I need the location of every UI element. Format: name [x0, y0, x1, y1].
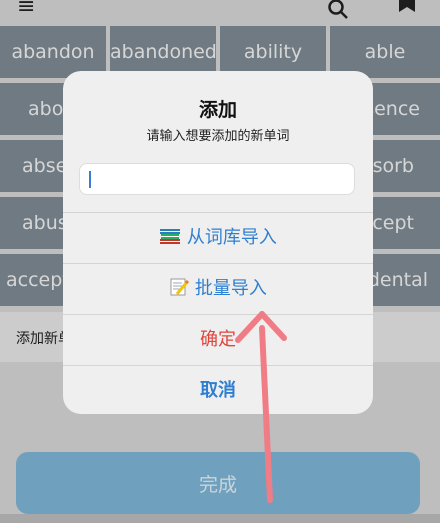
word-input[interactable] — [79, 163, 355, 195]
import-from-library-button[interactable]: 从词库导入 — [63, 212, 373, 263]
memo-icon — [169, 278, 195, 299]
batch-import-label: 批量导入 — [194, 278, 267, 299]
text-caret — [89, 171, 91, 188]
dialog-subtitle: 请输入想要添加的新单词 — [146, 129, 290, 144]
cancel-button[interactable]: 取消 — [63, 365, 373, 414]
books-icon — [159, 227, 187, 248]
import-from-library-label: 从词库导入 — [186, 227, 277, 248]
dialog-title: 添加 — [198, 99, 237, 121]
add-word-dialog: 添加 请输入想要添加的新单词 从词库导入 批量导入 确定 取消 — [63, 71, 373, 414]
batch-import-button[interactable]: 批量导入 — [63, 263, 373, 314]
confirm-button[interactable]: 确定 — [63, 314, 373, 365]
